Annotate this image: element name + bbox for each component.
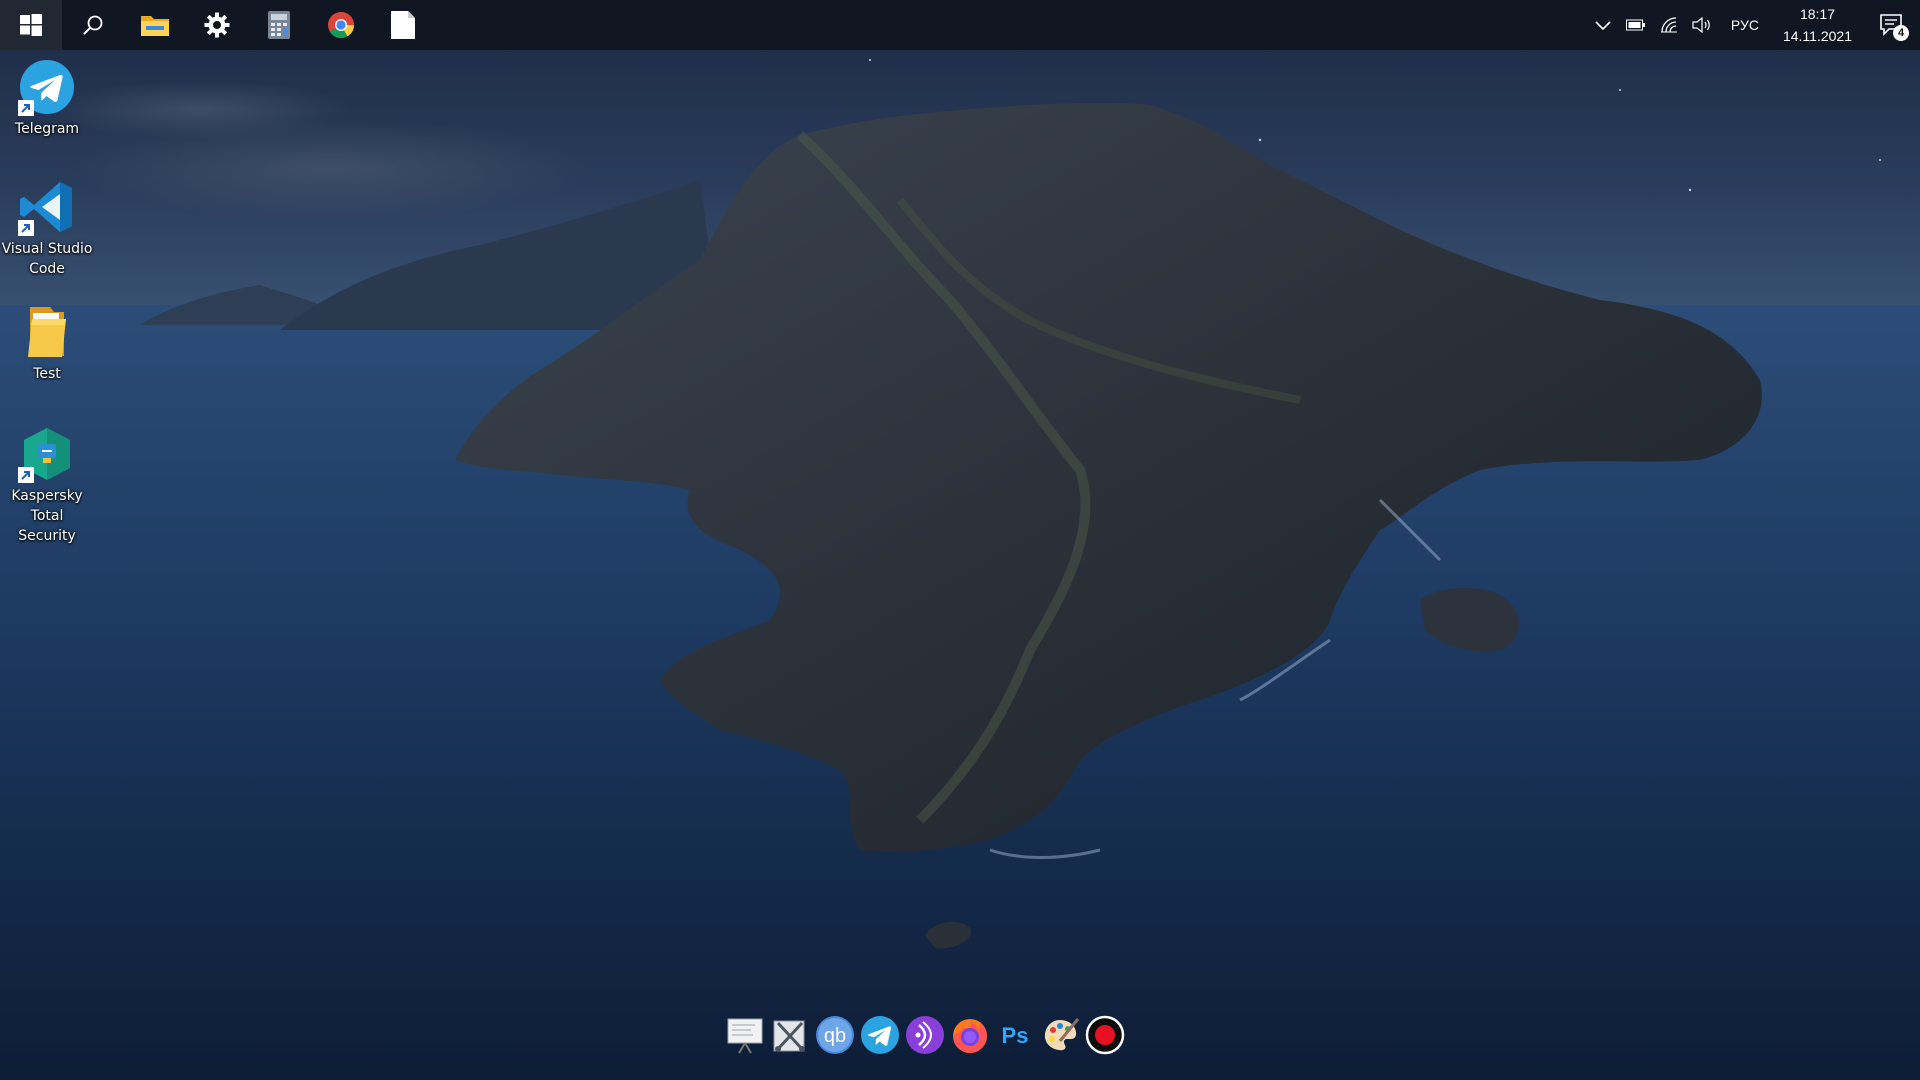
desktop-icon-image xyxy=(18,303,76,361)
chrome-icon xyxy=(328,12,355,39)
photoshop-label: Ps xyxy=(1002,1023,1029,1048)
speaker-icon xyxy=(1692,17,1710,33)
desktop-icon-test-folder[interactable]: Test xyxy=(0,303,94,384)
folder-icon xyxy=(141,16,169,36)
dock-item-firefox[interactable] xyxy=(950,1015,990,1055)
label-line: Visual Studio xyxy=(1,241,93,257)
desktop-icon-image xyxy=(18,58,76,116)
action-center-button[interactable]: 4 xyxy=(1864,0,1920,50)
label-line: Kaspersky xyxy=(11,488,83,504)
paint-palette-icon xyxy=(1044,1018,1080,1051)
chevron-up-icon xyxy=(1595,21,1611,31)
show-hidden-icons-button[interactable] xyxy=(1587,0,1619,50)
calculator-button[interactable] xyxy=(248,0,310,50)
dock-item-paint[interactable] xyxy=(1040,1015,1080,1055)
dock: qb Ps xyxy=(725,1010,1125,1060)
shortcut-arrow-icon xyxy=(18,467,34,483)
presentation-board-icon xyxy=(727,1018,763,1054)
dock-item-photoshop[interactable]: Ps xyxy=(995,1015,1035,1055)
label-line: Test xyxy=(33,366,61,382)
shortcut-arrow-icon xyxy=(18,100,34,116)
desktop-icon-label: Kaspersky Total Security xyxy=(0,486,94,546)
blank-document-icon xyxy=(391,11,415,39)
gear-icon xyxy=(204,12,230,38)
network-button[interactable] xyxy=(1653,0,1685,50)
desktop-icon-image xyxy=(18,425,76,483)
search-button[interactable] xyxy=(62,0,124,50)
folder-icon xyxy=(28,307,66,357)
windows-start-icon xyxy=(20,14,42,36)
notification-count-badge: 4 xyxy=(1893,25,1909,41)
qbittorrent-label: qb xyxy=(824,1025,846,1047)
chrome-button[interactable] xyxy=(310,0,372,50)
firefox-icon xyxy=(953,1019,987,1053)
input-language-indicator[interactable]: РУС xyxy=(1719,17,1771,33)
dock-item-recorder[interactable] xyxy=(1085,1015,1125,1055)
qbittorrent-icon: qb xyxy=(816,1016,854,1054)
search-icon xyxy=(83,15,103,35)
scissors-tool-icon xyxy=(773,1020,805,1052)
desktop-icon-vscode[interactable]: Visual Studio Code xyxy=(0,178,94,279)
system-tray: РУС 18:17 14.11.2021 4 xyxy=(1587,0,1920,50)
shortcut-arrow-icon xyxy=(18,220,34,236)
record-icon xyxy=(1085,1015,1125,1055)
podcast-icon xyxy=(906,1016,944,1054)
desktop-wallpaper xyxy=(0,0,1920,1080)
desktop-icon-kaspersky[interactable]: Kaspersky Total Security xyxy=(0,425,94,546)
desktop-icon-label: Telegram xyxy=(15,119,79,139)
file-explorer-button[interactable] xyxy=(124,0,186,50)
document-button[interactable] xyxy=(372,0,434,50)
battery-button[interactable] xyxy=(1619,0,1653,50)
start-button[interactable] xyxy=(0,0,62,50)
desktop-icon-label: Visual Studio Code xyxy=(2,239,93,279)
photoshop-icon: Ps xyxy=(1002,1023,1029,1048)
label-line: Telegram xyxy=(14,121,80,137)
calculator-icon xyxy=(268,11,290,39)
battery-icon xyxy=(1625,19,1645,31)
desktop-icon-telegram[interactable]: Telegram xyxy=(0,58,94,139)
label-line: Code xyxy=(29,261,65,277)
dock-item-telegram[interactable] xyxy=(860,1015,900,1055)
dock-item-qbittorrent[interactable]: qb xyxy=(815,1015,855,1055)
taskbar-pinned-apps xyxy=(0,0,434,50)
dock-item-presentation[interactable] xyxy=(725,1015,765,1055)
volume-button[interactable] xyxy=(1685,0,1719,50)
clock-date: 14.11.2021 xyxy=(1782,28,1852,44)
clock[interactable]: 18:17 14.11.2021 xyxy=(1771,3,1864,47)
wifi-icon xyxy=(1660,17,1677,33)
telegram-icon xyxy=(861,1016,899,1054)
settings-button[interactable] xyxy=(186,0,248,50)
desktop-icon-image xyxy=(18,178,76,236)
label-line: Total Security xyxy=(18,508,76,544)
desktop-icon-label: Test xyxy=(33,364,61,384)
taskbar: РУС 18:17 14.11.2021 4 xyxy=(0,0,1920,50)
clock-time: 18:17 xyxy=(1799,6,1835,22)
dock-item-utility[interactable] xyxy=(770,1015,810,1055)
dock-item-podcasts[interactable] xyxy=(905,1015,945,1055)
